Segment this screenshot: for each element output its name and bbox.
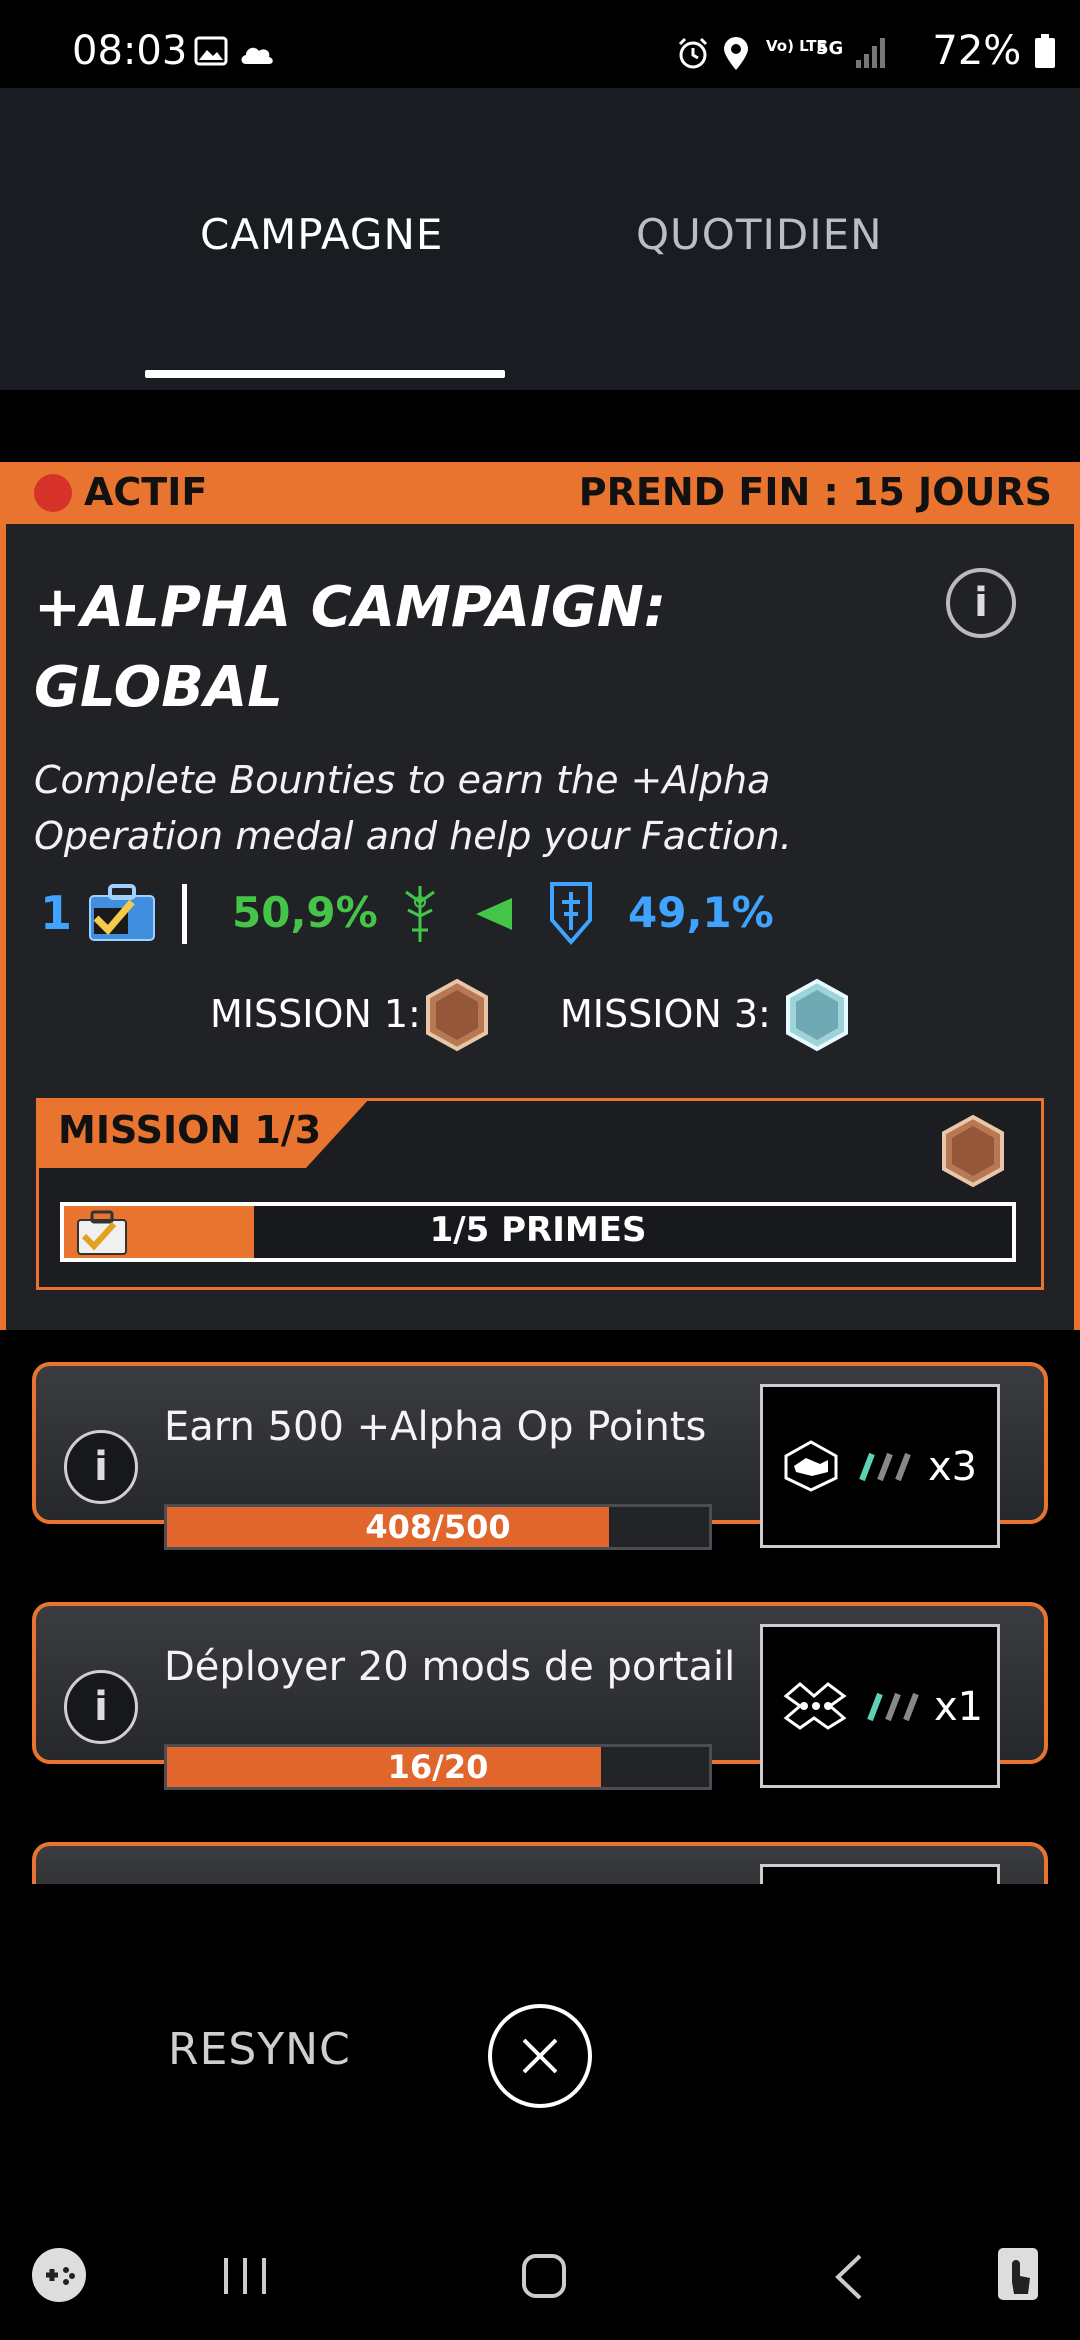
battery-icon: [1035, 34, 1055, 68]
tab-campagne[interactable]: CAMPAGNE: [200, 210, 443, 259]
campaign-description-line2: Operation medal and help your Faction.: [34, 814, 792, 858]
active-status-dot: [34, 474, 72, 512]
location-icon: [724, 37, 748, 70]
resistance-faction-icon: [550, 882, 592, 946]
quest-1-title: Earn 500 +Alpha Op Points: [164, 1404, 707, 1450]
bounty-count: 1: [40, 886, 73, 940]
mod-reward-icon: [783, 1682, 847, 1730]
quest-2-title: Déployer 20 mods de portail: [164, 1644, 736, 1690]
touch-protection-icon[interactable]: [994, 2244, 1048, 2304]
campaign-status-label: ACTIF: [84, 470, 208, 514]
mission-bronze-medal-icon: [942, 1114, 1004, 1188]
quest-2-progress-text: 16/20: [387, 1748, 489, 1786]
mission-progress-text: 1/5 PRIMES: [429, 1210, 647, 1250]
battery-text: 72%: [932, 28, 1022, 74]
info-icon: i: [94, 1684, 108, 1730]
info-icon: i: [94, 1444, 108, 1490]
campaign-info-button[interactable]: i: [946, 568, 1016, 638]
quest-1-info-button[interactable]: i: [64, 1430, 138, 1504]
campaign-title: +ALPHA CAMPAIGN: GLOBAL: [34, 568, 854, 728]
battery-percent: 72%: [932, 28, 1056, 74]
stats-divider: [182, 884, 187, 944]
active-tab-indicator: [145, 370, 505, 378]
enlightened-percent: 50,9%: [232, 888, 378, 937]
status-time: 08:03: [72, 28, 188, 74]
tab-header: [0, 88, 1080, 390]
ap-reward-icon: [784, 1440, 838, 1492]
recent-apps-icon[interactable]: [220, 2254, 270, 2298]
close-button[interactable]: [488, 2004, 592, 2108]
alarm-icon: [678, 37, 708, 69]
quest-1-reward-multiplier: x3: [928, 1444, 978, 1490]
mission-label: MISSION 1/3: [58, 1108, 322, 1152]
campaign-end-label: PREND FIN : 15 JOURS: [578, 470, 1052, 514]
briefcase-check-icon: [89, 884, 155, 941]
cloud-icon: [241, 47, 273, 64]
bronze-medal-icon: [426, 978, 488, 1052]
gallery-icon: [194, 36, 228, 66]
mission1-label: MISSION 1:: [210, 992, 421, 1036]
resistance-percent: 49,1%: [628, 888, 774, 937]
leading-faction-arrow-icon: [476, 898, 512, 930]
resync-button[interactable]: RESYNC: [168, 2024, 351, 2075]
game-launcher-icon[interactable]: [30, 2246, 88, 2304]
home-icon[interactable]: [520, 2250, 568, 2302]
campaign-title-line1: +ALPHA CAMPAIGN:: [34, 575, 667, 640]
campaign-description: Complete Bounties to earn the +Alpha Ope…: [34, 752, 934, 864]
mission3-label: MISSION 3:: [560, 992, 771, 1036]
back-icon[interactable]: [828, 2252, 868, 2302]
signal-icon: [856, 38, 885, 68]
tab-quotidien[interactable]: QUOTIDIEN: [636, 210, 883, 259]
reward-tier-icon: [859, 1452, 911, 1482]
campaign-description-line1: Complete Bounties to earn the +Alpha: [34, 758, 771, 802]
close-icon: [522, 2038, 558, 2074]
enlightened-faction-icon: [405, 886, 435, 942]
reward-tier-icon: [867, 1692, 919, 1722]
platinum-medal-icon: [786, 978, 848, 1052]
info-icon: i: [974, 580, 988, 626]
quest-2-reward-multiplier: x1: [934, 1684, 984, 1730]
network-indicator: 5G: [816, 38, 844, 59]
campaign-title-line2: GLOBAL: [34, 655, 283, 720]
quest-2-info-button[interactable]: i: [64, 1670, 138, 1744]
quest-1-progress-text: 408/500: [365, 1508, 511, 1546]
